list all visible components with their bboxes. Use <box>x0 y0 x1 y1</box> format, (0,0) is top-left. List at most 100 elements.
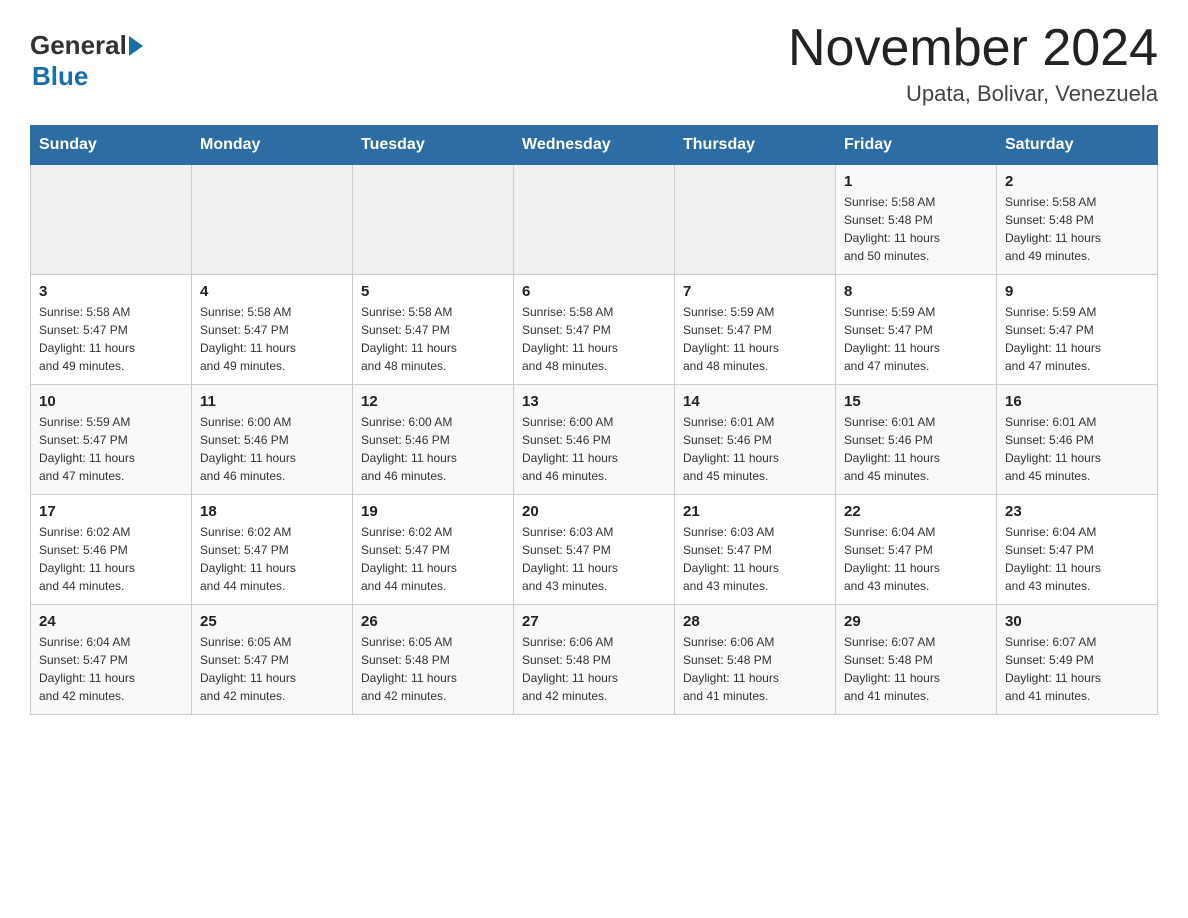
day-number: 2 <box>1005 173 1149 190</box>
calendar-cell: 5Sunrise: 5:58 AM Sunset: 5:47 PM Daylig… <box>353 275 514 385</box>
logo-blue-text: Blue <box>30 61 88 92</box>
day-number: 30 <box>1005 613 1149 630</box>
calendar-cell: 20 Sunrise: 6:03 AM Sunset: 5:47 PM Dayli… <box>514 495 675 605</box>
calendar-cell: 14 Sunrise: 6:01 AM Sunset: 5:46 PM Dayli… <box>675 385 836 495</box>
day-number: 15 <box>844 393 988 410</box>
day-info: Sunrise: 6:00 AM Sunset: 5:46 PM Dayligh… <box>522 413 666 485</box>
calendar-cell: 25 Sunrise: 6:05 AM Sunset: 5:47 PM Dayli… <box>192 605 353 715</box>
calendar-cell: 2 Sunrise: 5:58 AM Sunset: 5:48 PM Daylig… <box>997 165 1158 275</box>
day-info: Sunrise: 6:04 AM Sunset: 5:47 PM Dayligh… <box>844 523 988 595</box>
week-row-5: 24Sunrise: 6:04 AM Sunset: 5:47 PM Dayli… <box>31 605 1158 715</box>
day-number: 9 <box>1005 283 1149 300</box>
header-tuesday: Tuesday <box>353 126 514 165</box>
logo: General Blue <box>30 20 143 92</box>
calendar-cell: 19Sunrise: 6:02 AM Sunset: 5:47 PM Dayli… <box>353 495 514 605</box>
day-info: Sunrise: 6:04 AM Sunset: 5:47 PM Dayligh… <box>39 633 183 705</box>
calendar-table: SundayMondayTuesdayWednesdayThursdayFrid… <box>30 125 1158 715</box>
day-info: Sunrise: 5:58 AM Sunset: 5:48 PM Dayligh… <box>1005 193 1149 265</box>
calendar-cell: 11Sunrise: 6:00 AM Sunset: 5:46 PM Dayli… <box>192 385 353 495</box>
day-info: Sunrise: 5:58 AM Sunset: 5:47 PM Dayligh… <box>522 303 666 375</box>
calendar-cell: 6 Sunrise: 5:58 AM Sunset: 5:47 PM Daylig… <box>514 275 675 385</box>
day-info: Sunrise: 6:07 AM Sunset: 5:48 PM Dayligh… <box>844 633 988 705</box>
calendar-cell: 8Sunrise: 5:59 AM Sunset: 5:47 PM Daylig… <box>836 275 997 385</box>
calendar-cell <box>675 165 836 275</box>
calendar-cell: 12 Sunrise: 6:00 AM Sunset: 5:46 PM Dayli… <box>353 385 514 495</box>
day-number: 22 <box>844 503 988 520</box>
calendar-cell: 9 Sunrise: 5:59 AM Sunset: 5:47 PM Daylig… <box>997 275 1158 385</box>
calendar-cell: 17 Sunrise: 6:02 AM Sunset: 5:46 PM Dayli… <box>31 495 192 605</box>
day-number: 10 <box>39 393 183 410</box>
day-info: Sunrise: 6:02 AM Sunset: 5:47 PM Dayligh… <box>200 523 344 595</box>
logo-text: General <box>30 30 143 61</box>
header-wednesday: Wednesday <box>514 126 675 165</box>
day-number: 14 <box>683 393 827 410</box>
day-info: Sunrise: 5:59 AM Sunset: 5:47 PM Dayligh… <box>1005 303 1149 375</box>
day-number: 13 <box>522 393 666 410</box>
day-number: 20 <box>522 503 666 520</box>
day-number: 23 <box>1005 503 1149 520</box>
logo-arrow-icon <box>129 36 143 56</box>
day-number: 6 <box>522 283 666 300</box>
header-thursday: Thursday <box>675 126 836 165</box>
calendar-cell: 26 Sunrise: 6:05 AM Sunset: 5:48 PM Dayli… <box>353 605 514 715</box>
calendar-cell: 18 Sunrise: 6:02 AM Sunset: 5:47 PM Dayli… <box>192 495 353 605</box>
day-info: Sunrise: 6:02 AM Sunset: 5:47 PM Dayligh… <box>361 523 505 595</box>
day-info: Sunrise: 6:05 AM Sunset: 5:48 PM Dayligh… <box>361 633 505 705</box>
calendar-header-row: SundayMondayTuesdayWednesdayThursdayFrid… <box>31 126 1158 165</box>
day-info: Sunrise: 6:02 AM Sunset: 5:46 PM Dayligh… <box>39 523 183 595</box>
day-number: 26 <box>361 613 505 630</box>
day-info: Sunrise: 5:59 AM Sunset: 5:47 PM Dayligh… <box>39 413 183 485</box>
header-saturday: Saturday <box>997 126 1158 165</box>
day-number: 3 <box>39 283 183 300</box>
calendar-cell <box>353 165 514 275</box>
week-row-3: 10 Sunrise: 5:59 AM Sunset: 5:47 PM Dayli… <box>31 385 1158 495</box>
week-row-4: 17 Sunrise: 6:02 AM Sunset: 5:46 PM Dayli… <box>31 495 1158 605</box>
day-info: Sunrise: 6:07 AM Sunset: 5:49 PM Dayligh… <box>1005 633 1149 705</box>
day-number: 28 <box>683 613 827 630</box>
calendar-cell: 24Sunrise: 6:04 AM Sunset: 5:47 PM Dayli… <box>31 605 192 715</box>
day-info: Sunrise: 6:00 AM Sunset: 5:46 PM Dayligh… <box>200 413 344 485</box>
day-info: Sunrise: 5:58 AM Sunset: 5:47 PM Dayligh… <box>39 303 183 375</box>
title-area: November 2024 Upata, Bolivar, Venezuela <box>788 20 1158 107</box>
calendar-cell <box>514 165 675 275</box>
calendar-cell: 22 Sunrise: 6:04 AM Sunset: 5:47 PM Dayli… <box>836 495 997 605</box>
day-info: Sunrise: 6:06 AM Sunset: 5:48 PM Dayligh… <box>522 633 666 705</box>
day-info: Sunrise: 6:04 AM Sunset: 5:47 PM Dayligh… <box>1005 523 1149 595</box>
week-row-2: 3 Sunrise: 5:58 AM Sunset: 5:47 PM Daylig… <box>31 275 1158 385</box>
day-info: Sunrise: 5:59 AM Sunset: 5:47 PM Dayligh… <box>844 303 988 375</box>
calendar-cell: 27 Sunrise: 6:06 AM Sunset: 5:48 PM Dayli… <box>514 605 675 715</box>
day-info: Sunrise: 6:06 AM Sunset: 5:48 PM Dayligh… <box>683 633 827 705</box>
calendar-cell: 7Sunrise: 5:59 AM Sunset: 5:47 PM Daylig… <box>675 275 836 385</box>
day-number: 25 <box>200 613 344 630</box>
calendar-cell: 3 Sunrise: 5:58 AM Sunset: 5:47 PM Daylig… <box>31 275 192 385</box>
day-info: Sunrise: 6:01 AM Sunset: 5:46 PM Dayligh… <box>1005 413 1149 485</box>
header-friday: Friday <box>836 126 997 165</box>
location-subtitle: Upata, Bolivar, Venezuela <box>788 81 1158 107</box>
day-info: Sunrise: 5:59 AM Sunset: 5:47 PM Dayligh… <box>683 303 827 375</box>
calendar-cell: 23 Sunrise: 6:04 AM Sunset: 5:47 PM Dayli… <box>997 495 1158 605</box>
logo-blue: Blue <box>32 61 88 91</box>
day-number: 27 <box>522 613 666 630</box>
day-number: 12 <box>361 393 505 410</box>
calendar-cell: 16 Sunrise: 6:01 AM Sunset: 5:46 PM Dayli… <box>997 385 1158 495</box>
day-number: 17 <box>39 503 183 520</box>
day-info: Sunrise: 6:01 AM Sunset: 5:46 PM Dayligh… <box>683 413 827 485</box>
calendar-cell: 4Sunrise: 5:58 AM Sunset: 5:47 PM Daylig… <box>192 275 353 385</box>
calendar-cell <box>192 165 353 275</box>
day-info: Sunrise: 6:00 AM Sunset: 5:46 PM Dayligh… <box>361 413 505 485</box>
day-number: 16 <box>1005 393 1149 410</box>
week-row-1: 1Sunrise: 5:58 AM Sunset: 5:48 PM Daylig… <box>31 165 1158 275</box>
day-number: 18 <box>200 503 344 520</box>
day-info: Sunrise: 6:03 AM Sunset: 5:47 PM Dayligh… <box>522 523 666 595</box>
day-info: Sunrise: 6:05 AM Sunset: 5:47 PM Dayligh… <box>200 633 344 705</box>
day-number: 4 <box>200 283 344 300</box>
day-number: 21 <box>683 503 827 520</box>
header-sunday: Sunday <box>31 126 192 165</box>
calendar-cell: 28 Sunrise: 6:06 AM Sunset: 5:48 PM Dayli… <box>675 605 836 715</box>
calendar-cell: 30 Sunrise: 6:07 AM Sunset: 5:49 PM Dayli… <box>997 605 1158 715</box>
day-number: 29 <box>844 613 988 630</box>
header-monday: Monday <box>192 126 353 165</box>
day-info: Sunrise: 5:58 AM Sunset: 5:47 PM Dayligh… <box>361 303 505 375</box>
calendar-cell: 10 Sunrise: 5:59 AM Sunset: 5:47 PM Dayli… <box>31 385 192 495</box>
logo-general: General <box>30 30 127 61</box>
